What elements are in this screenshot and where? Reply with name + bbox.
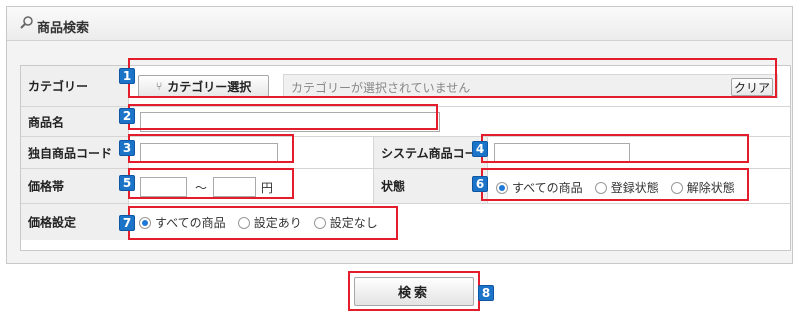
status-label-cell: 状態	[373, 169, 488, 203]
price-setting-label: 価格設定	[28, 215, 77, 230]
product-name-label: 商品名	[28, 115, 65, 129]
category-label-cell: カテゴリー	[21, 66, 129, 106]
highlight-own-code	[128, 134, 294, 163]
badge-1: 1	[119, 68, 135, 84]
search-button[interactable]: 検索	[354, 277, 474, 306]
badge-5: 5	[119, 175, 135, 191]
highlight-system-code	[481, 134, 749, 163]
highlight-category	[128, 58, 777, 98]
category-label: カテゴリー	[28, 79, 89, 94]
system-code-label: システム商品コー	[381, 146, 477, 160]
product-name-label-cell: 商品名	[21, 107, 129, 136]
own-code-label: 独自商品コード	[28, 146, 113, 160]
price-range-label: 価格帯	[28, 179, 65, 194]
search-icon	[20, 16, 33, 29]
panel-title: 商品検索	[37, 21, 90, 36]
panel-header: 商品検索	[7, 7, 792, 41]
highlight-price-setting	[128, 206, 398, 240]
highlight-price-range	[128, 168, 294, 199]
highlight-product-name	[128, 104, 438, 130]
price-setting-label-cell: 価格設定	[21, 204, 129, 240]
badge-2: 2	[119, 108, 135, 124]
price-range-label-cell: 価格帯	[21, 169, 129, 203]
badge-3: 3	[119, 140, 135, 156]
highlight-status	[481, 168, 749, 201]
system-code-label-cell: システム商品コー	[373, 137, 488, 168]
badge-7: 7	[119, 215, 135, 231]
badge-4: 4	[472, 141, 488, 157]
badge-8: 8	[478, 285, 494, 301]
status-label: 状態	[381, 179, 406, 194]
own-code-label-cell: 独自商品コード	[21, 137, 129, 168]
badge-6: 6	[472, 176, 488, 192]
